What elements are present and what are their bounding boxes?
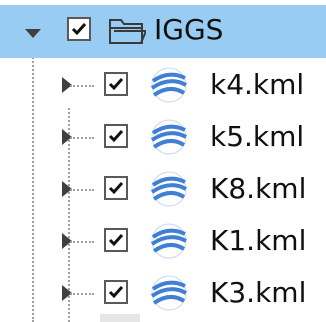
tree-node-k5[interactable]: k5.kml [0,110,326,164]
google-earth-icon [150,171,187,207]
tree-guide-line [70,85,94,87]
tree-node-k4[interactable]: k4.kml [0,58,326,112]
check-mark-icon [108,130,124,143]
check-mark-icon [108,234,124,247]
checkbox-k5[interactable] [104,124,128,148]
tree-guide-line [70,189,94,191]
tree-node-label: K1.kml [210,224,307,257]
checkbox-k4[interactable] [104,72,128,96]
check-mark-icon [108,182,124,195]
next-row-checkbox-partial [100,314,140,322]
check-mark-icon [71,23,87,36]
expand-arrow-icon[interactable] [22,23,44,45]
check-mark-icon [108,78,124,91]
google-earth-icon [150,67,187,103]
folder-icon [109,19,146,44]
google-earth-icon [150,119,187,155]
tree-node-label: k4.kml [210,68,305,101]
google-earth-icon [150,275,187,311]
tree-node-k1[interactable]: K1.kml [0,214,326,268]
tree-node-label: K8.kml [210,172,307,205]
tree-node-k8[interactable]: K8.kml [0,162,326,216]
checkbox-k1[interactable] [104,228,128,252]
tree-guide-line [70,137,94,139]
tree-guide-line [70,293,94,295]
tree-node-iggs[interactable]: IGGS [0,5,326,58]
tree-node-label: IGGS [154,13,224,46]
checkbox-iggs[interactable] [67,17,91,41]
tree-guide-line [70,241,94,243]
checkbox-k3[interactable] [104,280,128,304]
tree-node-label: k5.kml [210,120,305,153]
layer-tree: IGGS k4.kml k5.kml K8.kml K1.kml K3.kml [0,0,326,322]
check-mark-icon [108,286,124,299]
tree-node-label: K3.kml [210,276,307,309]
tree-node-k3[interactable]: K3.kml [0,266,326,320]
google-earth-icon [150,223,187,259]
checkbox-k8[interactable] [104,176,128,200]
